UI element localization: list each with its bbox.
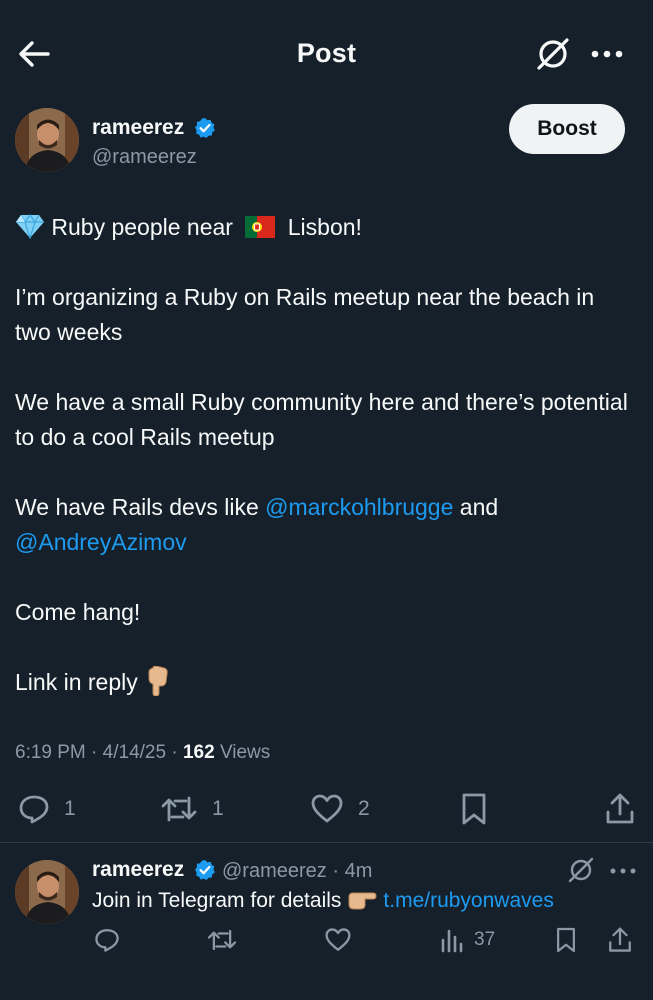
heart-icon — [311, 794, 343, 823]
post-meta: 6:19 PM · 4/14/25 · 162 Views — [15, 742, 270, 764]
meta-separator: · — [171, 742, 178, 763]
share-icon — [609, 927, 631, 952]
reply-action-bar: 37 — [0, 920, 653, 960]
repost-icon — [207, 929, 237, 951]
reply-count: 1 — [64, 797, 76, 820]
post-paragraph-6-text: Link in reply — [15, 669, 138, 695]
grok-icon — [568, 857, 594, 883]
more-options-button[interactable] — [587, 40, 627, 68]
reply-separator: · — [332, 860, 340, 882]
post-paragraph-4: We have Rails devs like @marckohlbrugge … — [15, 490, 635, 560]
divider — [0, 842, 653, 843]
post-line-1-place: Lisbon! — [287, 214, 362, 240]
boost-button[interactable]: Boost — [509, 104, 625, 154]
post-text: Ruby people near Lisbon! I’m organizing … — [15, 210, 635, 735]
reply-button[interactable]: 1 — [18, 785, 76, 833]
pointing-down-emoji-icon — [148, 666, 168, 696]
post-line-1: Ruby people near Lisbon! — [15, 210, 635, 245]
more-dots-icon — [610, 868, 636, 874]
repost-count: 1 — [212, 797, 224, 820]
post-paragraph-3: We have a small Ruby community here and … — [15, 389, 628, 450]
reply-time[interactable]: 4m — [345, 860, 373, 882]
reply-body: Join in Telegram for details — [92, 889, 342, 912]
grok-button[interactable] — [533, 34, 573, 74]
reply-icon — [19, 795, 49, 824]
author-name[interactable]: rameerez — [92, 116, 184, 140]
verified-badge-icon — [195, 118, 215, 138]
avatar-image — [15, 860, 79, 924]
views-label: Views — [219, 742, 271, 763]
reply-author-name[interactable]: rameerez — [92, 858, 184, 882]
post-action-bar: 1 1 2 — [0, 785, 653, 833]
bookmark-icon — [557, 927, 575, 953]
avatar-image — [15, 108, 79, 172]
post-paragraph-5: Come hang! — [15, 599, 141, 625]
grok-icon — [537, 38, 569, 70]
like-button[interactable]: 2 — [310, 785, 370, 833]
reply-share-button[interactable] — [607, 920, 633, 960]
heart-icon — [325, 928, 351, 951]
mention-marckohlbrugge[interactable]: @marckohlbrugge — [265, 494, 453, 520]
post-line-1-text: Ruby people near — [51, 214, 233, 240]
post-date[interactable]: 4/14/25 — [103, 742, 166, 763]
post-paragraph-2: I’m organizing a Ruby on Rails meetup ne… — [15, 284, 595, 345]
share-icon — [606, 793, 634, 824]
post-paragraph-4-text: We have Rails devs like — [15, 494, 266, 520]
more-dots-icon — [591, 50, 623, 58]
reply-bookmark-button[interactable] — [555, 920, 577, 960]
reply-repost-button[interactable] — [206, 920, 238, 960]
share-button[interactable] — [604, 785, 636, 833]
views-chart-icon — [441, 929, 463, 953]
top-bar: Post — [0, 0, 653, 100]
reply-avatar[interactable] — [15, 860, 79, 924]
reply-grok-button[interactable] — [566, 855, 596, 885]
portugal-flag-icon — [245, 216, 276, 238]
reply-text: Join in Telegram for details t.me/rubyon… — [92, 887, 554, 913]
reply-like-button[interactable] — [324, 920, 352, 960]
author-handle[interactable]: @rameerez — [92, 146, 197, 169]
reply-icon — [95, 929, 119, 952]
views-count: 162 — [182, 742, 215, 763]
reply-author-handle[interactable]: @rameerez — [222, 860, 327, 882]
bookmark-icon — [462, 793, 486, 825]
pointing-right-emoji-icon — [348, 892, 377, 910]
repost-icon — [161, 796, 197, 822]
reply-views-button[interactable]: 37 — [440, 920, 495, 960]
post-paragraph-6: Link in reply — [15, 665, 635, 700]
reply-views-count: 37 — [474, 929, 496, 950]
reply-reply-button[interactable] — [94, 920, 120, 960]
repost-button[interactable]: 1 — [160, 785, 224, 833]
reply-more-button[interactable] — [608, 862, 638, 880]
meta-separator: · — [91, 742, 98, 763]
post-paragraph-4-and: and — [453, 494, 499, 520]
reply-handle-line: @rameerez · 4m — [222, 860, 372, 883]
mention-andreyazimov[interactable]: @AndreyAzimov — [15, 529, 187, 555]
post-time[interactable]: 6:19 PM — [15, 742, 86, 763]
like-count: 2 — [358, 797, 370, 820]
verified-badge-icon — [195, 860, 215, 880]
telegram-link[interactable]: t.me/rubyonwaves — [383, 889, 553, 912]
gem-emoji-icon — [16, 213, 44, 239]
avatar[interactable] — [15, 108, 79, 172]
bookmark-button[interactable] — [460, 785, 488, 833]
